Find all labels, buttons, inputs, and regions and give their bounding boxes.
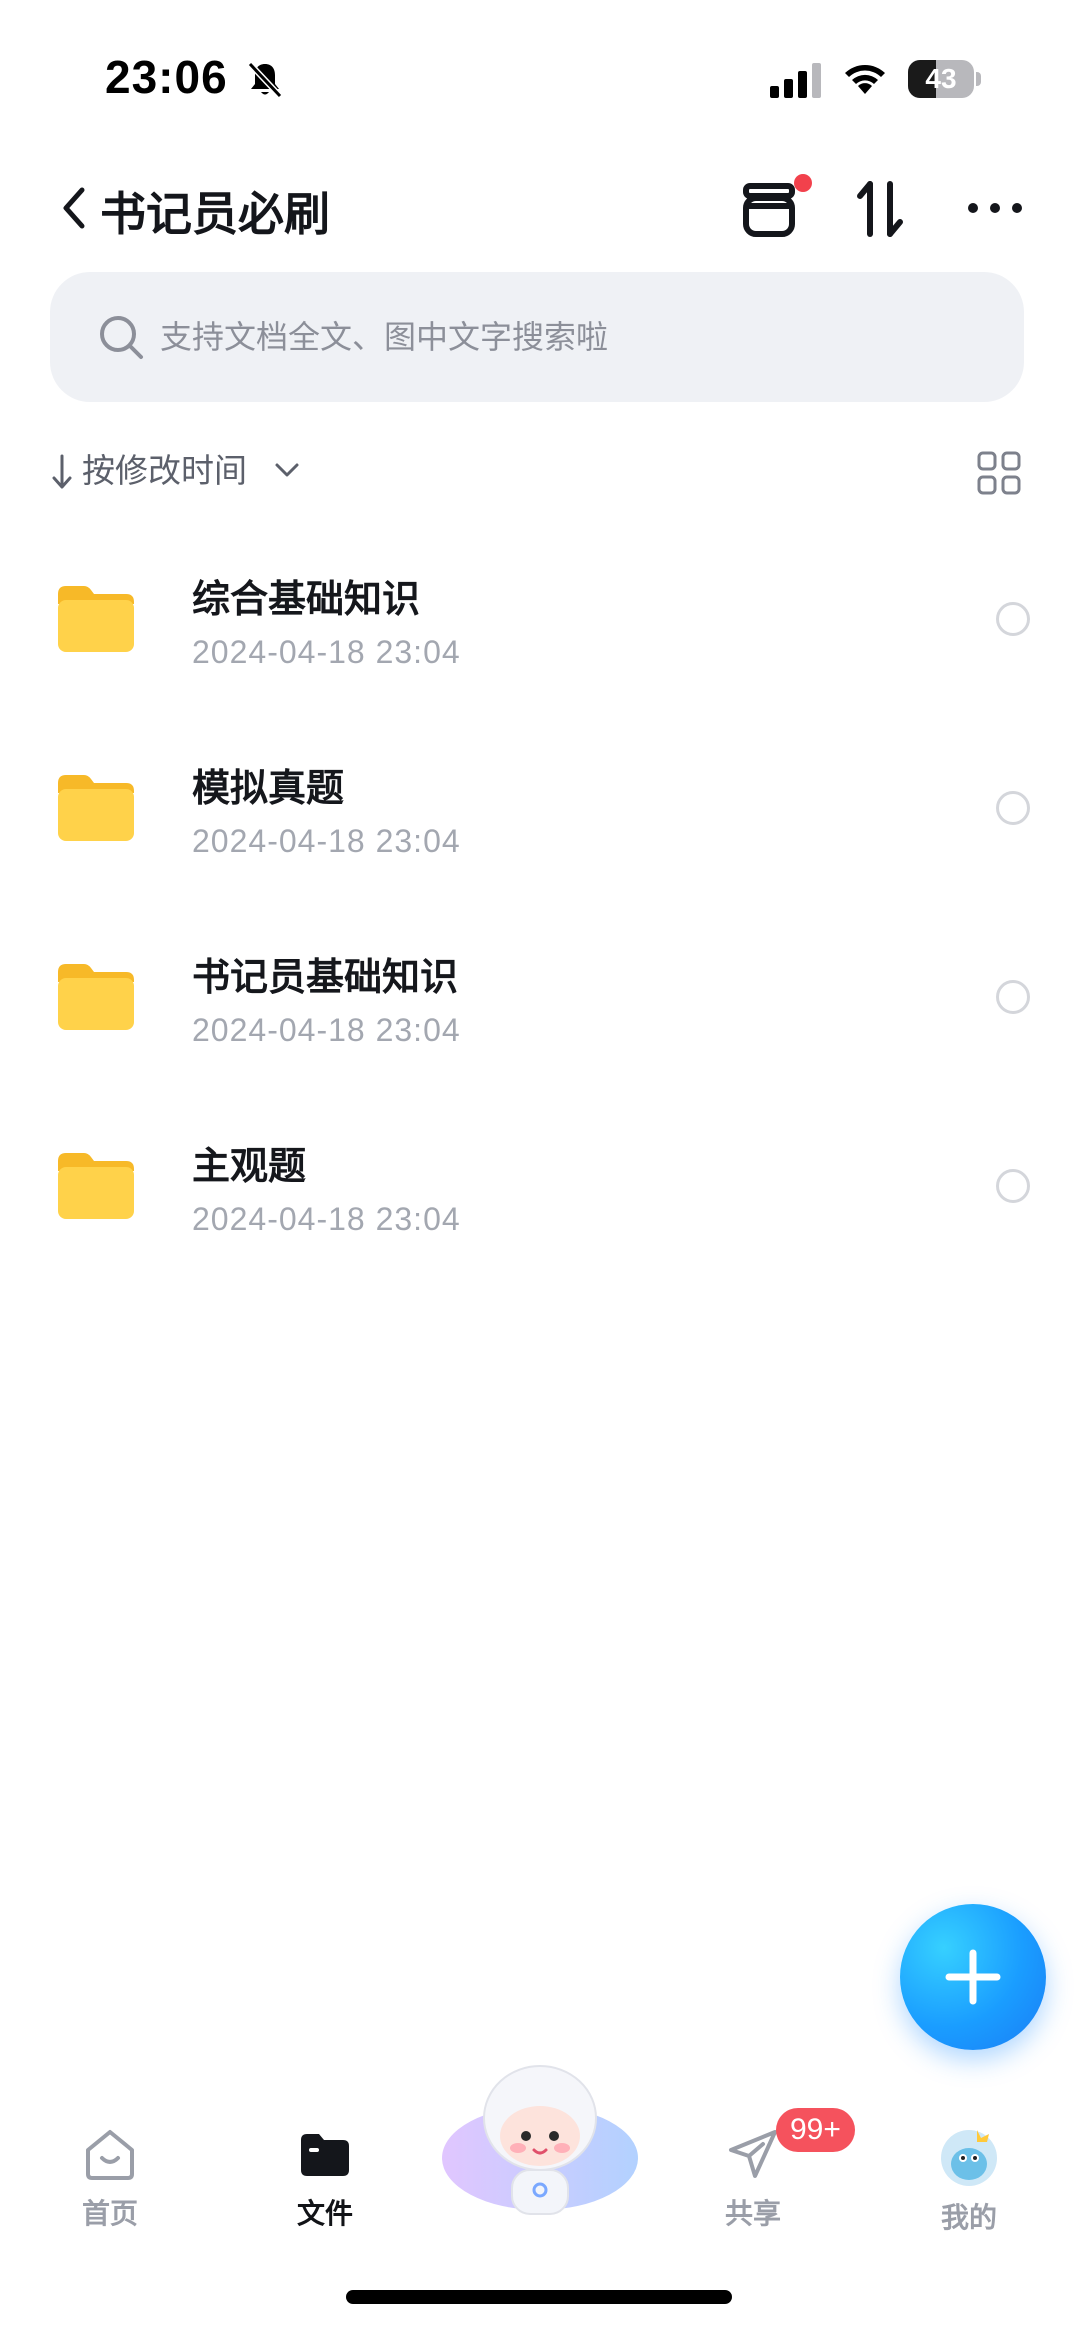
select-radio[interactable] <box>996 1169 1030 1203</box>
battery-indicator: 43 <box>908 60 981 98</box>
signal-icon <box>770 63 821 98</box>
select-radio[interactable] <box>996 980 1030 1014</box>
notification-dot <box>794 174 812 192</box>
box-icon[interactable] <box>740 180 798 240</box>
sort-icon[interactable] <box>854 178 906 240</box>
folder-time: 2024-04-18 23:04 <box>192 1012 461 1048</box>
tab-label: 共享 <box>724 2197 781 2230</box>
folder-item[interactable]: 模拟真题 2024-04-18 23:04 <box>0 729 1080 918</box>
page-title: 书记员必刷 <box>100 187 330 241</box>
file-list: 综合基础知识 2024-04-18 23:04 模拟真题 2024-04-18 … <box>0 540 1080 1296</box>
search-input[interactable] <box>160 272 960 402</box>
chevron-left-icon[interactable] <box>56 182 92 234</box>
tab-files[interactable]: 文件 <box>250 2124 400 2244</box>
status-bar: 23:06 43 <box>0 0 1080 160</box>
folder-time: 2024-04-18 23:04 <box>192 823 461 859</box>
folder-time: 2024-04-18 23:04 <box>192 634 461 670</box>
send-icon <box>729 2130 777 2178</box>
share-badge: 99+ <box>776 2108 855 2152</box>
folder-name: 书记员基础知识 <box>192 955 459 999</box>
search-icon <box>100 316 143 359</box>
tab-label: 文件 <box>296 2197 353 2230</box>
sort-row: 按修改时间 <box>50 446 1030 496</box>
folder-name: 综合基础知识 <box>192 577 421 621</box>
status-time: 23:06 <box>105 51 228 103</box>
folder-icon <box>58 775 134 841</box>
bell-muted-icon <box>247 61 283 99</box>
search-bar[interactable] <box>50 272 1024 402</box>
folder-item[interactable]: 主观题 2024-04-18 23:04 <box>0 1107 1080 1296</box>
avatar <box>941 2130 997 2186</box>
folder-item[interactable]: 书记员基础知识 2024-04-18 23:04 <box>0 918 1080 1107</box>
plus-icon <box>945 1949 1001 2005</box>
mascot-assistant[interactable] <box>440 2058 640 2228</box>
tab-label: 首页 <box>81 2197 138 2230</box>
select-radio[interactable] <box>996 791 1030 825</box>
more-icon[interactable] <box>966 198 1024 218</box>
arrow-down-icon <box>52 454 72 489</box>
tab-home[interactable]: 首页 <box>35 2124 185 2244</box>
header: 书记员必刷 <box>0 160 1080 270</box>
folder-name: 主观题 <box>192 1144 307 1188</box>
tab-label: 我的 <box>940 2201 997 2234</box>
folder-icon <box>58 964 134 1030</box>
home-indicator <box>346 2290 732 2304</box>
folder-item[interactable]: 综合基础知识 2024-04-18 23:04 <box>0 540 1080 729</box>
home-icon <box>86 2130 134 2180</box>
folder-icon <box>58 586 134 652</box>
folder-time: 2024-04-18 23:04 <box>192 1201 461 1237</box>
add-button[interactable] <box>900 1904 1046 2050</box>
folder-icon <box>58 1153 134 1219</box>
tab-bar: 首页 文件 共享 我的 <box>0 2065 1080 2270</box>
wifi-icon <box>845 65 885 94</box>
sort-label: 按修改时间 <box>82 451 247 490</box>
grid-view-icon[interactable] <box>976 450 1022 496</box>
select-radio[interactable] <box>996 602 1030 636</box>
folder-filled-icon <box>301 2134 349 2176</box>
tab-mine[interactable]: 我的 <box>894 2124 1044 2244</box>
chevron-down-icon <box>275 463 299 477</box>
folder-name: 模拟真题 <box>192 766 345 810</box>
